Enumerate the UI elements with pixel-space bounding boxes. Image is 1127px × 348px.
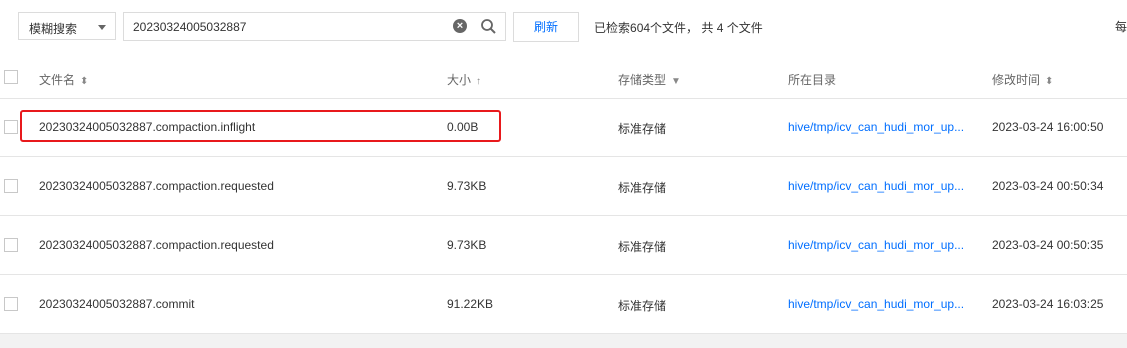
file-name[interactable]: 20230324005032887.commit [39, 297, 194, 311]
sort-up-icon[interactable]: ↑ [476, 76, 481, 87]
select-all-checkbox[interactable] [4, 70, 18, 84]
column-header-modified[interactable]: 修改时间 ⬍ [992, 71, 1053, 88]
file-size: 91.22KB [447, 297, 494, 311]
file-size: 9.73KB [447, 179, 487, 193]
summary-searched-count: 604 [630, 21, 651, 35]
summary-suffix: 个文件 [723, 21, 763, 35]
file-table: 文件名 ⬍ 大小 ↑ 存储类型 ▼ 所在目录 修改时间 ⬍ 20230324005032… [0, 57, 1127, 334]
highlight-box [20, 110, 501, 142]
directory-link[interactable]: hive/tmp/icv_can_hudi_mor_up... [788, 179, 968, 193]
table-row[interactable]: 20230324005032887.commit 91.22KB 标准存储 hi… [0, 275, 1127, 334]
caret-down-icon [98, 25, 106, 30]
column-header-directory: 所在目录 [788, 71, 836, 88]
table-footer-band [0, 334, 1127, 348]
storage-type: 标准存储 [618, 181, 667, 195]
directory-link[interactable]: hive/tmp/icv_can_hudi_mor_up... [788, 297, 968, 311]
table-header: 文件名 ⬍ 大小 ↑ 存储类型 ▼ 所在目录 修改时间 ⬍ [0, 57, 1127, 99]
directory-link[interactable]: hive/tmp/icv_can_hudi_mor_up... [788, 238, 968, 252]
column-header-label: 修改时间 [992, 73, 1041, 87]
column-header-label: 大小 [447, 73, 472, 87]
filter-icon[interactable]: ▼ [671, 76, 681, 87]
page-size-label: 每 [1115, 20, 1127, 34]
modified-time: 2023-03-24 16:00:50 [992, 120, 1104, 134]
modified-time: 2023-03-24 00:50:34 [992, 179, 1104, 193]
search-mode-select[interactable]: 模糊搜索 [18, 12, 116, 40]
column-header-label: 存储类型 [618, 73, 667, 87]
summary-prefix: 已检索 [594, 21, 631, 35]
search-summary: 已检索604个文件， 共 4 个文件 [594, 19, 763, 36]
row-checkbox[interactable] [4, 179, 18, 193]
row-checkbox[interactable] [4, 120, 18, 134]
sort-both-icon[interactable]: ⬍ [1045, 76, 1053, 87]
clear-icon[interactable]: × [453, 19, 467, 33]
column-header-label: 文件名 [39, 73, 76, 87]
file-name[interactable]: 20230324005032887.compaction.requested [39, 238, 274, 252]
table-row[interactable]: 20230324005032887.compaction.requested 9… [0, 157, 1127, 216]
modified-time: 2023-03-24 16:03:25 [992, 297, 1104, 311]
file-name[interactable]: 20230324005032887.compaction.requested [39, 179, 274, 193]
summary-mid: 个文件， 共 [650, 21, 717, 35]
storage-type: 标准存储 [618, 122, 667, 136]
search-input-value: 20230324005032887 [133, 20, 247, 34]
column-header-storage[interactable]: 存储类型 ▼ [618, 71, 681, 88]
column-header-size[interactable]: 大小 ↑ [447, 71, 481, 88]
file-size: 9.73KB [447, 238, 487, 252]
refresh-button[interactable]: 刷新 [513, 12, 579, 42]
table-row[interactable]: 20230324005032887.compaction.requested 9… [0, 216, 1127, 275]
column-header-name[interactable]: 文件名 ⬍ [39, 71, 88, 88]
sort-both-icon[interactable]: ⬍ [80, 76, 88, 87]
column-header-label: 所在目录 [788, 73, 837, 87]
row-checkbox[interactable] [4, 238, 18, 252]
row-checkbox[interactable] [4, 297, 18, 311]
search-input[interactable]: 20230324005032887 × [123, 12, 506, 41]
storage-type: 标准存储 [618, 240, 667, 254]
search-mode-value: 模糊搜索 [29, 22, 78, 36]
storage-type: 标准存储 [618, 299, 667, 313]
directory-link[interactable]: hive/tmp/icv_can_hudi_mor_up... [788, 120, 968, 134]
modified-time: 2023-03-24 00:50:35 [992, 238, 1104, 252]
toolbar: 模糊搜索 20230324005032887 × 刷新 已检索604个文件， 共… [0, 0, 1127, 56]
search-icon[interactable] [480, 18, 497, 35]
